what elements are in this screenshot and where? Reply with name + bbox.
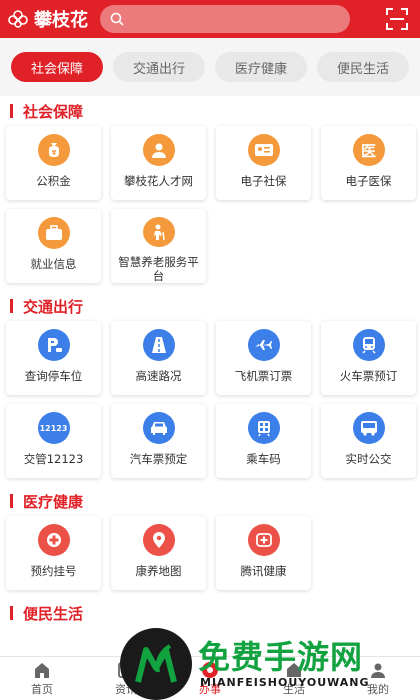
section-title-life: 便民生活 [0, 598, 420, 628]
service-flight[interactable]: 飞机票订票 [216, 321, 311, 395]
svg-text:¥: ¥ [51, 149, 56, 157]
car-icon [142, 412, 175, 444]
home-icon [35, 662, 49, 678]
tab-social-security[interactable]: 社会保障 [11, 52, 103, 82]
service-tencent-health[interactable]: 腾讯健康 [216, 516, 311, 590]
section-title-health: 医疗健康 [0, 486, 420, 516]
service-provident-fund[interactable]: ¥ 公积金 [6, 126, 101, 200]
medical-badge-icon: 医 [352, 134, 385, 166]
service-health-map[interactable]: 康养地图 [111, 516, 206, 590]
transport-grid: 查询停车位 高速路况 飞机票订票 火车票预订 12123 交管12123 汽车票… [0, 321, 420, 486]
service-elderly-care[interactable]: 智慧养老服务平台 [111, 209, 206, 283]
service-bus-ticket[interactable]: 汽车票预定 [111, 404, 206, 478]
medical-cross-icon [37, 524, 70, 556]
flower-logo-icon [8, 10, 28, 28]
parking-icon [37, 329, 70, 361]
service-ride-code[interactable]: 乘车码 [216, 404, 311, 478]
bottom-nav: 首页 资讯 办事 生活 我的 [0, 656, 420, 700]
bus-code-icon [247, 412, 280, 444]
nav-life[interactable]: 生活 [264, 661, 324, 697]
category-tabs: 社会保障 交通出行 医疗健康 便民生活 [0, 52, 420, 82]
traffic-12123-icon: 12123 [37, 412, 70, 444]
health-plus-icon [247, 524, 280, 556]
user-icon [371, 663, 385, 678]
road-icon [142, 329, 175, 361]
life-icon [287, 662, 301, 677]
app-logo: 攀枝花 [8, 6, 88, 32]
nav-news[interactable]: 资讯 [96, 661, 156, 697]
app-title: 攀枝花 [34, 10, 88, 31]
search-bar[interactable] [100, 5, 350, 33]
tab-health[interactable]: 医疗健康 [215, 52, 307, 82]
service-e-medical-insurance[interactable]: 医 电子医保 [321, 126, 416, 200]
service-appointment[interactable]: 预约挂号 [6, 516, 101, 590]
nav-service[interactable]: 办事 [180, 661, 240, 697]
service-parking[interactable]: 查询停车位 [6, 321, 101, 395]
service-icon [202, 661, 218, 678]
top-header: 攀枝花 [0, 0, 420, 38]
service-train[interactable]: 火车票预订 [321, 321, 416, 395]
service-highway[interactable]: 高速路况 [111, 321, 206, 395]
service-list: 社会保障 ¥ 公积金 攀枝花人才网 电子社保 医 电子医保 就业信息 智慧养老服… [0, 96, 420, 656]
news-icon [118, 661, 134, 678]
money-bag-icon: ¥ [37, 134, 70, 166]
id-card-icon [247, 134, 280, 166]
section-title-transport: 交通出行 [0, 291, 420, 321]
service-employment-info[interactable]: 就业信息 [6, 209, 101, 283]
tab-life[interactable]: 便民生活 [317, 52, 409, 82]
service-traffic-12123[interactable]: 12123 交管12123 [6, 404, 101, 478]
elderly-icon [142, 217, 175, 247]
airplane-icon [247, 329, 280, 361]
train-icon [352, 329, 385, 361]
person-icon [142, 134, 175, 166]
briefcase-icon [37, 217, 70, 249]
search-icon [110, 12, 124, 26]
tab-transport[interactable]: 交通出行 [113, 52, 205, 82]
bus-icon [352, 412, 385, 444]
scan-icon[interactable] [386, 8, 408, 30]
nav-mine[interactable]: 我的 [348, 661, 408, 697]
health-grid: 预约挂号 康养地图 腾讯健康 [0, 516, 420, 598]
map-pin-icon [142, 524, 175, 556]
service-talent-network[interactable]: 攀枝花人才网 [111, 126, 206, 200]
search-input[interactable] [130, 12, 330, 26]
social-grid: ¥ 公积金 攀枝花人才网 电子社保 医 电子医保 就业信息 智慧养老服务平台 [0, 126, 420, 291]
service-e-social-security[interactable]: 电子社保 [216, 126, 311, 200]
service-realtime-bus[interactable]: 实时公交 [321, 404, 416, 478]
nav-home[interactable]: 首页 [12, 661, 72, 697]
section-title-social: 社会保障 [0, 96, 420, 126]
